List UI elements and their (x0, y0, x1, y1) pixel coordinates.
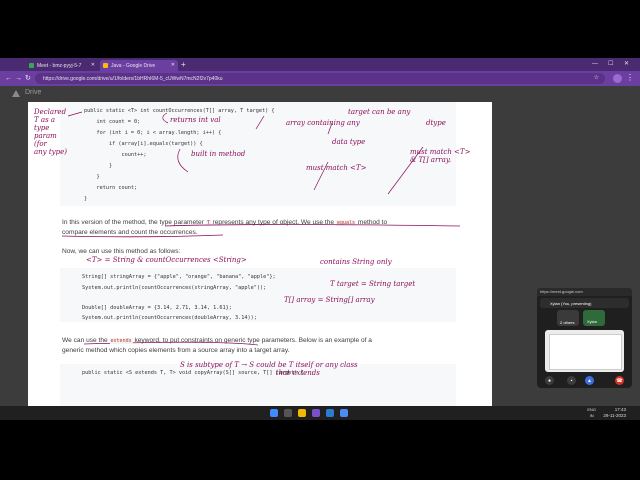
meet-url-label: https://meet.google.com (537, 288, 632, 296)
end-call-icon[interactable]: ☎ (615, 376, 624, 385)
others-label: 2 others (560, 320, 575, 325)
url-text: https://drive.google.com/drive/u/1/folde… (43, 75, 223, 82)
code-block-usage-example: String[] stringArray = {"apple", "orange… (60, 268, 456, 322)
new-tab-button[interactable]: + (181, 60, 186, 70)
annotation-builtin: built in method (191, 150, 246, 158)
drive-header: Drive (0, 86, 640, 102)
lang-bottom: IN (589, 413, 594, 418)
annotation-must-match-t: must match <T> (306, 164, 367, 172)
browser-menu-icon[interactable]: ⋮ (626, 73, 634, 83)
tab-meet[interactable]: Meet - bmz-pyyj-5-7 ✕ (26, 60, 98, 71)
maximize-button[interactable]: ☐ (608, 60, 613, 69)
taskbar: ENG IN 17:43 29-11-2023 (0, 406, 640, 420)
meet-pip-window[interactable]: https://meet.google.com Xyian (You, pres… (537, 288, 632, 388)
drive-icon (103, 63, 108, 68)
presenter-label: Xyian (You, presenting) (550, 301, 592, 306)
annotation-t-array: T[] array = String[] array (284, 296, 375, 304)
drive-logo-icon (12, 90, 20, 97)
minimize-button[interactable]: — (592, 60, 598, 69)
chrome-icon[interactable] (340, 409, 348, 417)
language-indicator[interactable]: ENG IN (587, 407, 596, 419)
start-icon[interactable] (270, 409, 278, 417)
annotation-returns: returns int val (170, 116, 221, 124)
screen-share-preview (545, 330, 624, 372)
code-line: System.out.println(countOccurrences(doub… (82, 315, 257, 321)
share-preview-page (549, 334, 622, 370)
annotation-s-subtype: S is subtype of T → S could be T itself … (180, 361, 358, 377)
self-tile[interactable]: Xyian (583, 310, 605, 326)
tab-bar: Meet - bmz-pyyj-5-7 ✕ Java - Google Driv… (0, 58, 640, 71)
profile-avatar[interactable] (613, 74, 622, 83)
others-tile[interactable]: 2 others (557, 310, 579, 326)
address-bar-row: ← → ↻ https://drive.google.com/drive/u/1… (0, 71, 640, 86)
document-page[interactable]: public static <T> int countOccurrences(T… (28, 102, 492, 406)
annotation-contains-string: contains String only (320, 258, 392, 266)
annotation-declared-t: Declared T as a type param (for any type… (34, 108, 67, 156)
browser-icon[interactable] (312, 409, 320, 417)
text-run: keyword, to put constraints on generic t… (132, 337, 372, 344)
close-window-button[interactable]: ✕ (624, 60, 629, 69)
paragraph-extends: We can use the extends keyword, to put c… (62, 336, 482, 356)
close-icon[interactable]: ✕ (171, 62, 175, 68)
annotation-target-any: target can be any (348, 108, 411, 116)
clock-date: 29-11-2023 (603, 413, 626, 418)
mic-icon[interactable]: ● (545, 376, 554, 385)
annotation-string-t: <T> = String & countOccurrences <String> (86, 256, 247, 264)
annotation-dtype: dtype (426, 119, 446, 127)
code-line: System.out.println(countOccurrences(stri… (82, 285, 267, 291)
tab-label: Java - Google Drive (111, 62, 156, 69)
camera-icon[interactable]: ▪ (567, 376, 576, 385)
text-run: We can use the (62, 337, 110, 344)
inline-code: extends (109, 338, 133, 344)
back-icon[interactable]: ← (5, 74, 12, 83)
annotation-must-match-array: must match <T> & T[] array. (410, 148, 471, 164)
code-line: Double[] doubleArray = {3.14, 2.71, 3.14… (82, 305, 232, 311)
close-icon[interactable]: ✕ (91, 62, 95, 68)
screen: Meet - bmz-pyyj-5-7 ✕ Java - Google Driv… (0, 58, 640, 420)
presenter-banner: Xyian (You, presenting) (540, 298, 629, 308)
bookmark-star-icon[interactable]: ☆ (594, 74, 599, 81)
vscode-icon[interactable] (326, 409, 334, 417)
annotation-array-any: array containing any (286, 119, 360, 127)
search-icon[interactable] (284, 409, 292, 417)
drive-title: Drive (25, 89, 42, 96)
clock[interactable]: 17:43 29-11-2023 (603, 407, 626, 419)
tab-drive[interactable]: Java - Google Drive ✕ (100, 60, 178, 71)
url-input[interactable]: https://drive.google.com/drive/u/1/folde… (35, 73, 605, 84)
present-icon[interactable]: ▲ (585, 376, 594, 385)
file-explorer-icon[interactable] (298, 409, 306, 417)
code-line: String[] stringArray = {"apple", "orange… (82, 274, 276, 280)
meet-icon (29, 63, 34, 68)
self-tile-label: Xyian (587, 319, 598, 324)
tab-label: Meet - bmz-pyyj-5-7 (37, 62, 82, 69)
annotation-data-type: data type (332, 138, 366, 146)
annotation-t-target: T target = String target (330, 280, 416, 288)
forward-icon[interactable]: → (15, 74, 22, 83)
text-run: generic method which copies elements fro… (62, 347, 290, 354)
reload-icon[interactable]: ↻ (25, 74, 31, 83)
